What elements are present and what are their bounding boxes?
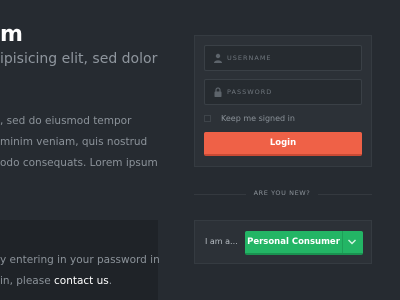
chevron-down-icon[interactable]: [346, 237, 358, 247]
notice-box: y entering in your password in in, pleas…: [0, 220, 160, 300]
account-type-select[interactable]: Personal Consumer: [245, 231, 363, 255]
divider-line-right: [318, 194, 372, 195]
intro-paragraph: , sed do eiusmod tempor minim veniam, qu…: [0, 111, 170, 174]
account-type-value[interactable]: Personal Consumer: [245, 231, 342, 253]
notice-line: y entering in your password in: [0, 254, 160, 266]
notice-suffix: .: [108, 275, 113, 287]
divider-text: ARE YOU NEW?: [253, 189, 311, 197]
remember-me-label[interactable]: Keep me signed in: [221, 114, 295, 123]
user-icon: [214, 53, 222, 63]
password-input[interactable]: [227, 84, 357, 100]
account-type-panel: I am a... Personal Consumer: [194, 220, 372, 264]
login-button[interactable]: Login: [204, 132, 362, 156]
divider-line-left: [194, 194, 246, 195]
remember-me-row: Keep me signed in: [204, 112, 295, 124]
notice-prefix: in, please: [0, 275, 54, 287]
notice-text: y entering in your password in in, pleas…: [0, 250, 160, 292]
page: m ipisicing elit, sed dolor , sed do eiu…: [0, 0, 400, 300]
notice-line: in, please contact us.: [0, 271, 160, 292]
hero-title: m: [0, 22, 23, 47]
login-form: Keep me signed in Login: [194, 35, 372, 167]
hero-subtitle: ipisicing elit, sed dolor: [0, 51, 158, 67]
intro-line: minim veniam, quis nostrud: [0, 136, 148, 148]
intro-line: , sed do eiusmod tempor: [0, 115, 132, 127]
lock-icon: [214, 87, 222, 97]
remember-me-checkbox[interactable]: [204, 114, 211, 122]
username-input[interactable]: [227, 50, 357, 66]
contact-us-link[interactable]: contact us: [54, 275, 109, 287]
select-separator: [342, 231, 343, 253]
username-field[interactable]: [204, 45, 362, 71]
intro-line: odo consequats. Lorem ipsum: [0, 157, 158, 169]
i-am-label: I am a...: [205, 237, 238, 246]
password-field[interactable]: [204, 79, 362, 105]
